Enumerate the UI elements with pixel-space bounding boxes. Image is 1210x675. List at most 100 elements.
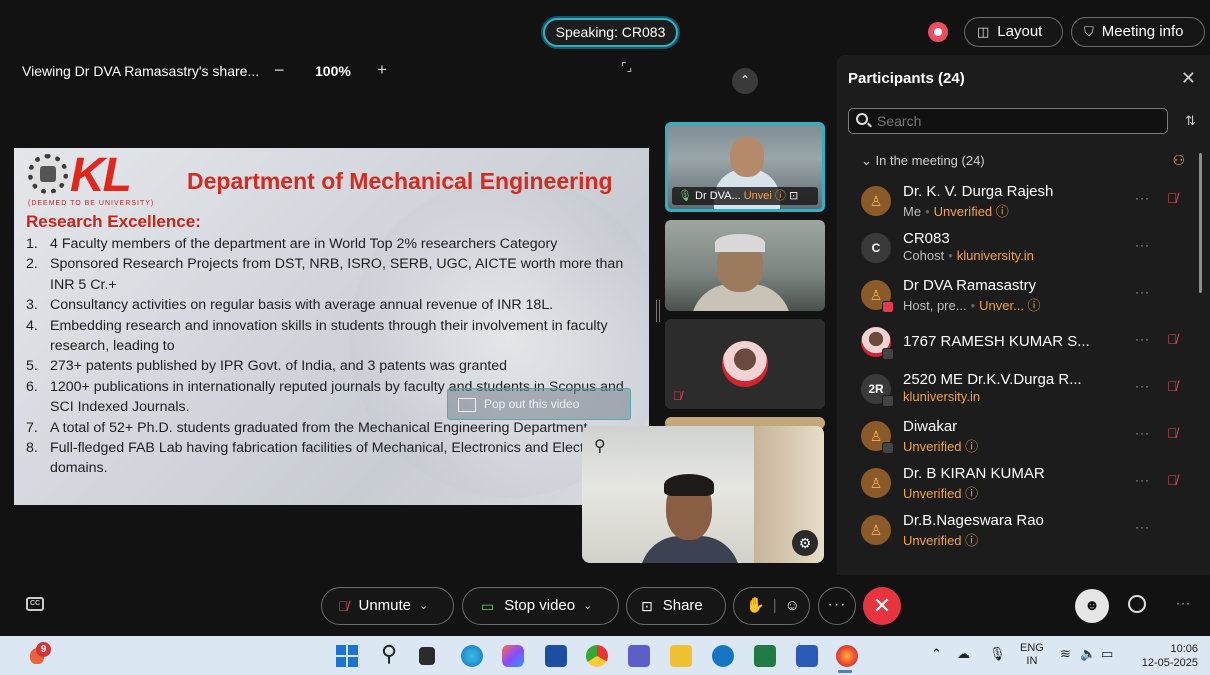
microphone-icon[interactable]: 🎙 xyxy=(989,646,1006,662)
meeting-window: Speaking: CR083 ◫ Layout ⛉ Meeting info … xyxy=(0,0,1210,636)
participant-row[interactable]: ♙ Dr DVA Ramasastry Host, pre... • Unver..… xyxy=(861,274,1191,318)
more-options-button[interactable]: ··· xyxy=(818,587,856,625)
more-options-icon[interactable]: ··· xyxy=(1135,379,1150,393)
scrollbar[interactable] xyxy=(1199,153,1202,293)
participant-row[interactable]: ♙ Diwakar Unverified ⓘ ··· 🎙̸ xyxy=(861,415,1191,459)
panel-title: Participants (24) xyxy=(848,70,965,87)
avatar xyxy=(861,327,894,360)
copilot-icon[interactable] xyxy=(502,645,524,667)
system-clock[interactable]: 10:06 12-05-2025 xyxy=(1138,642,1198,670)
chevron-down-icon[interactable]: ⌄ xyxy=(419,588,428,624)
emoji-icon[interactable]: ☺ xyxy=(785,588,800,624)
viewing-share-label: Viewing Dr DVA Ramasastry's share... xyxy=(22,63,260,79)
file-explorer-icon[interactable] xyxy=(670,645,692,667)
more-options-icon[interactable]: ··· xyxy=(1135,285,1150,299)
more-options-icon[interactable]: ··· xyxy=(1135,332,1150,346)
share-button[interactable]: ⊡ Share xyxy=(626,587,726,625)
captions-icon[interactable]: CC xyxy=(26,597,44,611)
pin-icon[interactable]: ⚲ xyxy=(594,436,606,456)
participant-row[interactable]: 2R 2520 ME Dr.K.V.Durga R... kluniversit… xyxy=(861,368,1191,412)
list-item: 4. Embedding research and innovation skil… xyxy=(26,317,608,355)
sort-icon[interactable]: ⇅ xyxy=(1185,113,1196,129)
excel-icon[interactable] xyxy=(754,645,776,667)
reactions-group[interactable]: ✋ | ☺ xyxy=(733,587,810,625)
stop-video-button[interactable]: ▭ Stop video ⌄ xyxy=(462,587,619,625)
layout-label: Layout xyxy=(997,23,1043,40)
popout-video-button[interactable]: Pop out this video xyxy=(447,388,631,420)
more-options-icon[interactable]: ··· xyxy=(1135,473,1150,487)
store-icon[interactable] xyxy=(545,645,567,667)
more-options-icon[interactable]: ··· xyxy=(1135,191,1150,205)
notification-icon[interactable]: 9 xyxy=(28,642,51,666)
volume-icon[interactable]: 🔈 xyxy=(1080,646,1096,662)
list-item: 5. 273+ patents published by IPR Govt. of… xyxy=(26,358,508,375)
video-tile[interactable]: 🎙̸ xyxy=(665,319,825,409)
task-view-icon[interactable] xyxy=(419,647,435,665)
firefox-icon[interactable] xyxy=(836,645,858,667)
slide-list: 1. 4 Faculty members of the department ar… xyxy=(26,234,636,479)
layout-button[interactable]: ◫ Layout xyxy=(964,17,1063,47)
popout-icon xyxy=(458,397,476,412)
video-tile[interactable] xyxy=(665,220,825,311)
edge-icon[interactable] xyxy=(461,645,483,667)
chat-icon[interactable] xyxy=(1128,595,1146,613)
mic-off-icon[interactable]: 🎙̸ xyxy=(1167,378,1178,394)
avatar: ♙ xyxy=(861,421,894,454)
video-tile-speaker[interactable]: 🎙 Dr DVA... Unvei ⓘ ⊡ xyxy=(665,122,825,212)
shield-icon: ⛉ xyxy=(1084,24,1094,39)
mic-off-icon: 🎙̸ xyxy=(338,598,349,614)
participant-video-hair xyxy=(664,474,714,496)
dell-icon[interactable] xyxy=(712,645,734,667)
resize-handle[interactable] xyxy=(656,300,660,322)
chevron-up-icon[interactable]: ⌃ xyxy=(732,68,758,94)
chrome-icon[interactable] xyxy=(586,645,608,667)
teams-icon[interactable] xyxy=(628,645,650,667)
word-icon[interactable] xyxy=(796,645,818,667)
mic-off-icon[interactable]: 🎙̸ xyxy=(1167,331,1178,347)
participant-row[interactable]: 1767 RAMESH KUMAR S... ··· 🎙̸ xyxy=(861,321,1191,365)
participants-toggle-button[interactable]: ☻ xyxy=(1075,589,1109,623)
fullscreen-icon[interactable]: ⌜⌟ xyxy=(621,60,635,76)
language-indicator[interactable]: ENG IN xyxy=(1020,642,1044,668)
meeting-info-button[interactable]: ⛉ Meeting info xyxy=(1071,17,1205,47)
leave-meeting-button[interactable]: ✕ xyxy=(863,587,901,625)
speaking-indicator: Speaking: CR083 xyxy=(543,18,678,47)
slide-subtitle: Research Excellence: xyxy=(26,212,201,231)
overflow-menu-icon[interactable]: ··· xyxy=(1176,596,1191,610)
recording-icon[interactable] xyxy=(928,22,948,42)
participant-row[interactable]: C CR083 Cohost • kluniversity.in ··· xyxy=(861,227,1191,271)
gear-icon[interactable]: ⚙ xyxy=(792,530,818,556)
avatar: 2R xyxy=(861,374,894,407)
add-person-icon[interactable]: ⚇ xyxy=(1172,152,1185,169)
battery-icon[interactable]: ▭ xyxy=(1101,646,1113,662)
close-icon[interactable]: ✕ xyxy=(1181,68,1196,89)
wifi-icon[interactable]: ≋ xyxy=(1060,646,1071,662)
participant-row[interactable]: ♙ Dr. K. V. Durga Rajesh Me • Unverified ⓘ… xyxy=(861,180,1191,224)
share-icon: ⊡ xyxy=(788,190,799,202)
mic-off-icon[interactable]: 🎙̸ xyxy=(1167,425,1178,441)
more-options-icon[interactable]: ··· xyxy=(1135,238,1150,252)
start-menu-icon[interactable] xyxy=(336,645,358,667)
active-app-indicator xyxy=(838,670,852,673)
mic-off-icon[interactable]: 🎙̸ xyxy=(1167,190,1178,206)
zoom-out-button[interactable]: − xyxy=(274,60,285,81)
in-meeting-group-header[interactable]: ⌄ In the meeting (24) xyxy=(861,153,985,169)
mic-off-icon[interactable]: 🎙̸ xyxy=(1167,472,1178,488)
raise-hand-icon[interactable]: ✋ xyxy=(746,588,765,624)
onedrive-icon[interactable]: ☁ xyxy=(957,646,970,662)
info-icon: ⓘ xyxy=(774,190,786,202)
participant-video xyxy=(640,536,740,563)
search-icon[interactable]: ⚲ xyxy=(381,641,403,666)
device-badge-icon xyxy=(882,348,894,360)
self-view-video[interactable]: ⚲ ⚙ xyxy=(582,426,824,563)
list-item: 1. 4 Faculty members of the department ar… xyxy=(26,236,558,252)
chevron-up-icon[interactable]: ⌃ xyxy=(931,646,942,662)
participant-row[interactable]: ♙ Dr. B KIRAN KUMAR Unverified ⓘ ··· 🎙̸ xyxy=(861,462,1191,506)
participant-row[interactable]: ♙ Dr.B.Nageswara Rao Unverified ⓘ ··· xyxy=(861,509,1191,553)
unmute-button[interactable]: 🎙̸ Unmute ⌄ xyxy=(321,587,454,625)
chevron-down-icon[interactable]: ⌄ xyxy=(583,588,592,624)
more-options-icon[interactable]: ··· xyxy=(1135,426,1150,440)
zoom-in-button[interactable]: + xyxy=(377,60,387,80)
search-input[interactable] xyxy=(848,108,1168,134)
more-options-icon[interactable]: ··· xyxy=(1135,520,1150,534)
